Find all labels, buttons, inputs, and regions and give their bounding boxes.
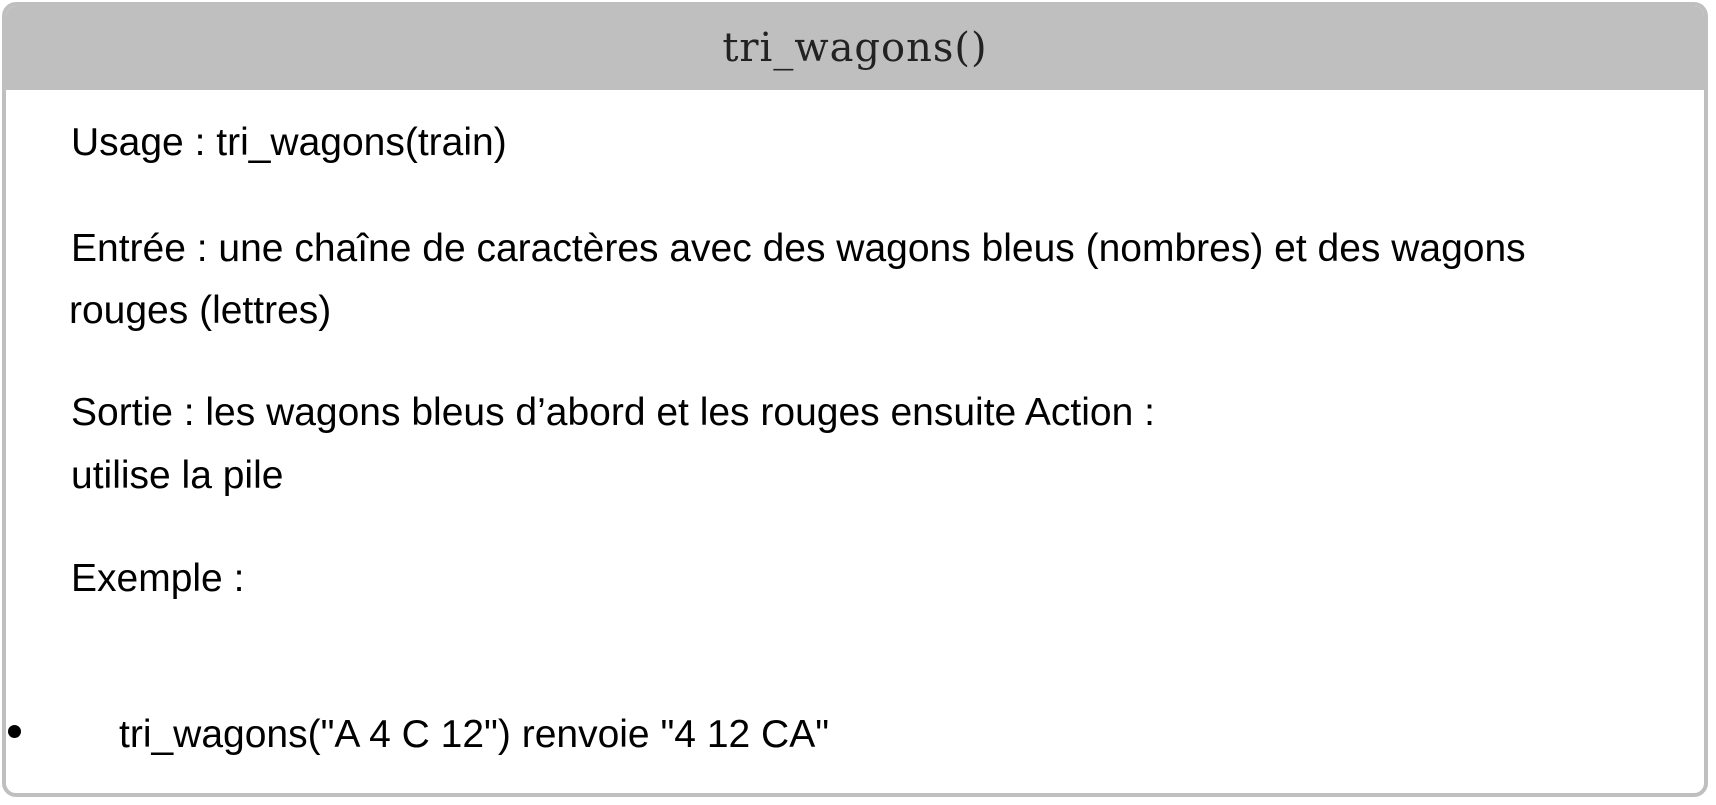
function-card: tri_wagons() Usage : tri_wagons(train) E… (2, 2, 1708, 797)
card-header: tri_wagons() (6, 6, 1704, 90)
sortie-line-1: Sortie : les wagons bleus d’abord et les… (71, 391, 1155, 434)
bullet-icon (8, 725, 21, 738)
usage-text: Usage : tri_wagons(train) (71, 121, 507, 164)
exemple-label: Exemple : (71, 557, 245, 600)
entree-line-1: Entrée : une chaîne de caractères avec d… (71, 227, 1526, 270)
function-title: tri_wagons() (722, 25, 988, 71)
exemple-item: tri_wagons("A 4 C 12") renvoie "4 12 CA" (119, 713, 830, 756)
sortie-line-2: utilise la pile (71, 454, 284, 497)
entree-line-2: rouges (lettres) (69, 289, 332, 332)
